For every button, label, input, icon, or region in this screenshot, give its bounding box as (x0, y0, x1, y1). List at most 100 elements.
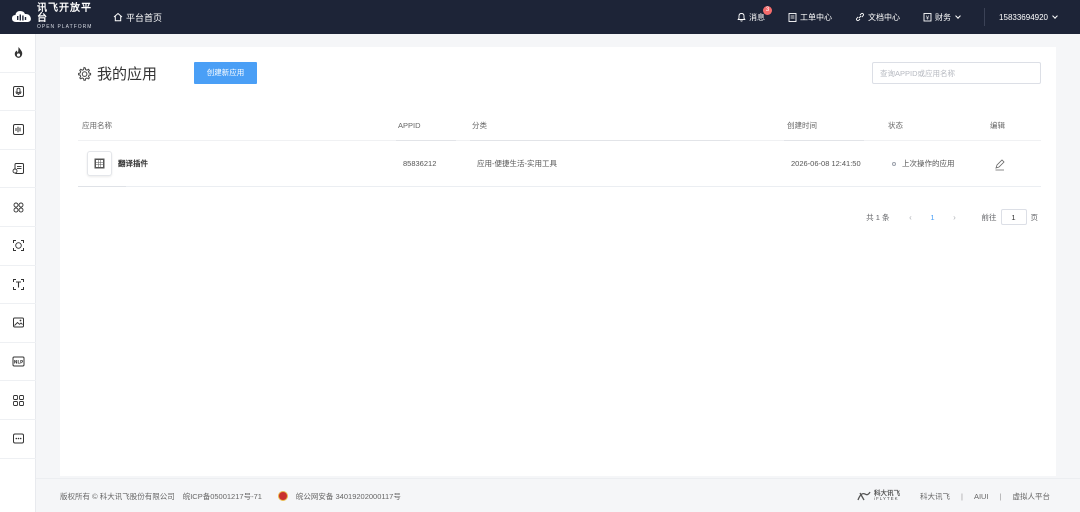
platform-home-link[interactable]: 平台首页 (113, 11, 162, 24)
pagination-page-suffix: 页 (1030, 212, 1039, 222)
sidebar-item-voice-dictation[interactable] (0, 73, 36, 112)
footer-copyright: 版权所有 © 科大讯飞股份有限公司 (60, 491, 175, 501)
top-navigation-bar: 讯飞开放平台 OPEN PLATFORM 平台首页 消息 3 工单中心 文档中心… (0, 0, 1080, 34)
image-recognition-icon (12, 317, 24, 328)
left-sidebar: NLP (0, 34, 36, 512)
search-input[interactable] (872, 62, 1041, 84)
ticket-center-button[interactable]: 工单中心 (788, 12, 832, 23)
page-title: 我的应用 (76, 63, 157, 84)
face-scan-icon (12, 240, 24, 252)
nlp-icon: NLP (12, 356, 24, 367)
sidebar-item-apps[interactable] (0, 381, 36, 420)
sidebar-item-more[interactable] (0, 420, 36, 459)
doc-center-label: 文档中心 (868, 12, 901, 22)
header-status: 状态 (888, 121, 903, 130)
translate-plugin-icon (94, 158, 105, 169)
footer-link-aiui[interactable]: AIUI (974, 492, 989, 501)
pagination-jump-input[interactable] (1000, 209, 1027, 225)
speech-synthesis-icon (12, 124, 24, 136)
footer-police-text: 皖公网安备 34019202000117号 (295, 491, 401, 501)
sidebar-item-nlp[interactable]: NLP (0, 343, 36, 382)
more-icon (12, 433, 24, 444)
status-dot (892, 162, 896, 167)
logo-cloud-icon (11, 8, 33, 26)
messages-button[interactable]: 消息 3 (737, 5, 773, 23)
header-edit: 编辑 (990, 121, 1005, 130)
apps-grid-icon (12, 394, 24, 406)
logo-title: 讯飞开放平台 (37, 3, 92, 24)
header-app-name: 应用名称 (82, 121, 112, 130)
pagination-total: 共 1 条 (866, 212, 890, 222)
home-link-label: 平台首页 (126, 12, 163, 23)
bell-icon (737, 13, 746, 22)
header-category: 分类 (472, 121, 487, 130)
app-category: 应用-便捷生活-实用工具 (477, 159, 557, 168)
sidebar-item-multimodal[interactable] (0, 188, 36, 227)
user-phone: 15833694920 (999, 12, 1048, 22)
footer-link-virtual-human[interactable]: 虚拟人平台 (1013, 491, 1051, 502)
user-account-dropdown[interactable]: 15833694920 (999, 12, 1058, 22)
chevron-down-icon (955, 12, 961, 19)
chevron-down-icon (1052, 12, 1058, 19)
header-appid: APPID (398, 121, 421, 130)
table-header: 应用名称 APPID 分类 创建时间 状态 编辑 (78, 111, 1041, 141)
messages-label: 消息 (749, 12, 766, 22)
text-recognition-icon (12, 278, 24, 290)
header-created-time: 创建时间 (787, 121, 817, 130)
app-status: 上次操作的应用 (892, 141, 955, 187)
app-status-text: 上次操作的应用 (902, 159, 955, 168)
page-title-text: 我的应用 (97, 66, 158, 83)
svg-text:¥: ¥ (926, 16, 930, 22)
app-appid: 85836212 (403, 159, 437, 168)
footer-police-link[interactable]: 皖公网安备 34019202000117号 (277, 491, 409, 502)
multimodal-icon (13, 202, 23, 213)
police-badge-icon (277, 491, 288, 501)
my-apps-panel: 我的应用 创建新应用 应用名称 APPID 分类 创建时间 状态 编辑 (60, 47, 1056, 476)
home-icon (113, 12, 123, 22)
table-row[interactable]: 翻译插件 85836212 应用-便捷生活-实用工具 2026-06-08 12… (78, 141, 1041, 187)
doc-center-button[interactable]: 文档中心 (855, 12, 900, 23)
footer-separator: | (961, 491, 963, 501)
voice-dictation-icon (12, 85, 24, 97)
sidebar-item-speech-synthesis[interactable] (0, 111, 36, 150)
sidebar-item-face-recognition[interactable] (0, 227, 36, 266)
pagination-goto-label: 前往 (981, 212, 997, 222)
sidebar-item-text-recognition[interactable] (0, 266, 36, 305)
pagination-page-1[interactable]: 1 (922, 213, 944, 222)
edit-button[interactable] (994, 141, 1005, 187)
app-icon (87, 151, 112, 176)
gear-icon (78, 66, 92, 81)
platform-logo[interactable]: 讯飞开放平台 OPEN PLATFORM (11, 4, 97, 30)
iflytek-logo-icon (857, 491, 871, 501)
pagination: 共 1 条 ‹ 1 › 前往 页 (866, 209, 1038, 225)
row-divider (78, 186, 126, 187)
footer-icp-link[interactable]: 皖ICP备05001217号-71 (183, 491, 262, 502)
link-icon (855, 12, 865, 22)
nlp-label: NLP (13, 359, 22, 364)
footer-separator: | (999, 491, 1002, 501)
footer-link-iflytek[interactable]: 科大讯飞 (920, 491, 950, 502)
finance-label: 财务 (935, 12, 952, 22)
create-app-button[interactable]: 创建新应用 (194, 62, 257, 84)
voice-transcribe-icon (12, 163, 24, 175)
messages-badge: 3 (763, 5, 773, 15)
finance-icon: ¥ (923, 13, 932, 22)
apps-table: 应用名称 APPID 分类 创建时间 状态 编辑 翻译插件 85836212 应… (78, 111, 1041, 187)
brand-en: iFLYTEK (874, 496, 899, 501)
flame-icon (14, 47, 22, 59)
sidebar-item-voice-transcribe[interactable] (0, 150, 36, 189)
logo-subtitle: OPEN PLATFORM (37, 24, 93, 30)
app-created-time: 2026-06-08 12:41:50 (791, 159, 861, 168)
iflytek-brand-logo: 科大讯飞 iFLYTEK (857, 490, 900, 502)
page-footer: 版权所有 © 科大讯飞股份有限公司 皖ICP备05001217号-71 皖公网安… (36, 478, 1080, 512)
topbar-divider (984, 8, 986, 26)
finance-dropdown[interactable]: ¥ 财务 (923, 12, 961, 23)
page-header: 我的应用 创建新应用 (60, 47, 1056, 97)
app-name[interactable]: 翻译插件 (118, 141, 148, 187)
pagination-next-button[interactable]: › (944, 213, 966, 222)
edit-pencil-icon (995, 159, 1005, 171)
pagination-prev-button[interactable]: ‹ (900, 213, 922, 222)
sidebar-item-image-recognition[interactable] (0, 304, 36, 343)
sidebar-item-hot[interactable] (0, 34, 36, 73)
ticket-center-label: 工单中心 (800, 12, 833, 22)
